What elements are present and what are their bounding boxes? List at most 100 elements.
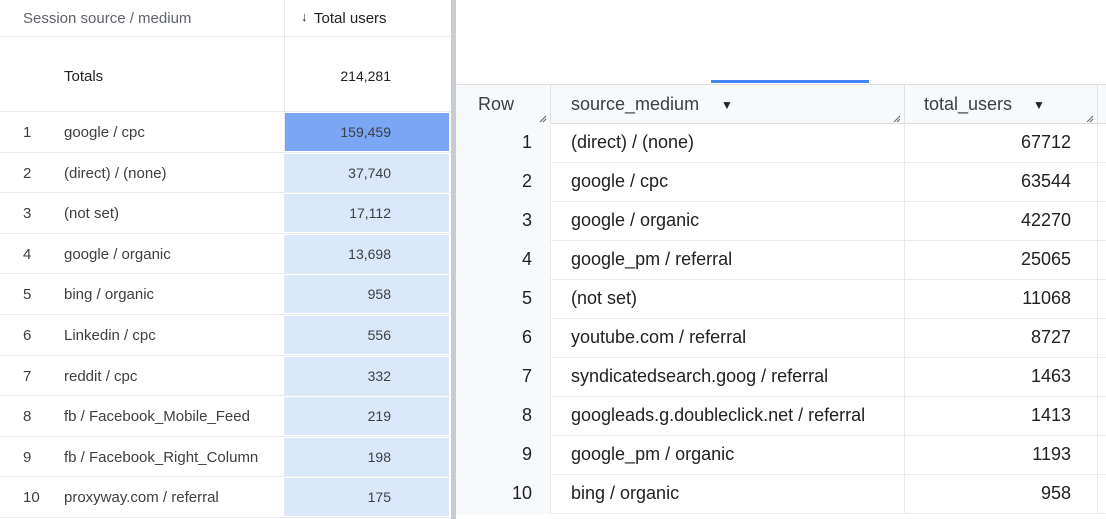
source-medium-cell[interactable]: fb / Facebook_Mobile_Feed: [64, 408, 250, 425]
row-number: 5: [521, 288, 532, 308]
table-row[interactable]: 9 fb / Facebook_Right_Column 198: [0, 437, 451, 478]
row-header-label: Row: [478, 94, 515, 114]
table-row[interactable]: 9 google_pm / organic 1193: [456, 436, 1106, 475]
source-medium-cell[interactable]: google / organic: [64, 246, 171, 263]
source-medium-cell[interactable]: proxyway.com / referral: [64, 489, 219, 506]
row-index: 8: [23, 408, 32, 426]
source-medium-column-cell: [551, 319, 905, 358]
total-users-column-header[interactable]: total_users ▼: [905, 85, 1098, 125]
total-users-value: 63544: [1020, 171, 1071, 191]
table-row[interactable]: 10 proxyway.com / referral 175: [0, 477, 451, 518]
column-resize-icon[interactable]: [539, 115, 547, 123]
table-row[interactable]: 1 (direct) / (none) 67712: [456, 124, 1106, 163]
row-number-cell: 9: [456, 436, 551, 475]
total-users-value: 332: [367, 367, 391, 384]
source-medium-cell[interactable]: bing / organic: [64, 286, 154, 303]
table-row[interactable]: 7 reddit / cpc 332: [0, 356, 451, 397]
table-row[interactable]: 2 google / cpc 63544: [456, 163, 1106, 202]
table-row[interactable]: 1 google / cpc 159,459: [0, 112, 451, 153]
source-medium-column-cell: [551, 163, 905, 202]
bq-rows: 1 (direct) / (none) 67712 2 google / cpc 6354…: [456, 124, 1106, 514]
table-row[interactable]: 5 bing / organic 958: [0, 274, 451, 315]
totals-label: Totals: [64, 68, 104, 85]
row-number-cell: 7: [456, 358, 551, 397]
row-number: 3: [521, 210, 532, 230]
table-row[interactable]: 10 bing / organic 958: [456, 475, 1106, 514]
total-users-value: 42270: [1020, 210, 1071, 230]
total-users-cell[interactable]: 958: [905, 475, 1098, 514]
table-row[interactable]: 8 fb / Facebook_Mobile_Feed 219: [0, 396, 451, 437]
total-users-cell[interactable]: 1463: [905, 358, 1098, 397]
total-users-cell: 332: [284, 356, 449, 395]
total-users-header-label: total_users: [924, 94, 1013, 114]
bigquery-results-panel: Row source_medium ▼ total_users ▼ 1 (dire…: [456, 0, 1106, 519]
total-users-column-header[interactable]: ↓ Total users: [284, 0, 449, 37]
table-row[interactable]: 2 (direct) / (none) 37,740: [0, 153, 451, 194]
source-medium-cell[interactable]: (direct) / (none): [64, 165, 167, 182]
sort-caret-icon[interactable]: ▼: [721, 98, 733, 112]
total-users-value: 1193: [1032, 444, 1071, 464]
source-medium-column-header[interactable]: source_medium ▼: [551, 85, 905, 125]
total-users-cell[interactable]: 8727: [905, 319, 1098, 358]
row-index: 3: [23, 205, 32, 223]
bigquery-results-table: Row source_medium ▼ total_users ▼ 1 (dire…: [456, 84, 1106, 514]
row-index: 10: [23, 489, 40, 507]
total-users-cell[interactable]: 42270: [905, 202, 1098, 241]
total-users-cell: 556: [284, 315, 449, 354]
table-row[interactable]: 8 googleads.g.doubleclick.net / referral 1…: [456, 397, 1106, 436]
source-medium-cell[interactable]: reddit / cpc: [64, 368, 137, 385]
table-row[interactable]: 3 (not set) 17,112: [0, 193, 451, 234]
total-users-cell[interactable]: 1193: [905, 436, 1098, 475]
total-users-header-label: Total users: [314, 10, 387, 27]
totals-metric-cell: 214,281: [284, 37, 449, 112]
total-users-value: 1463: [1030, 366, 1071, 386]
table-row[interactable]: 5 (not set) 11068: [456, 280, 1106, 319]
row-column-header[interactable]: Row: [456, 85, 551, 125]
column-resize-icon[interactable]: [1086, 115, 1094, 123]
total-users-cell[interactable]: 67712: [905, 124, 1098, 163]
source-medium-cell[interactable]: Linkedin / cpc: [64, 327, 156, 344]
row-number-cell: 3: [456, 202, 551, 241]
total-users-value: 1413: [1030, 405, 1071, 425]
totals-row: Totals 214,281: [0, 37, 451, 112]
row-number-cell: 4: [456, 241, 551, 280]
row-index: 7: [23, 367, 32, 385]
table-row[interactable]: 7 syndicatedsearch.goog / referral 1463: [456, 358, 1106, 397]
totals-value: 214,281: [340, 68, 391, 84]
total-users-cell: 198: [284, 437, 449, 476]
table-row[interactable]: 4 google_pm / referral 25065: [456, 241, 1106, 280]
total-users-value: 11068: [1022, 288, 1071, 308]
table-row[interactable]: 3 google / organic 42270: [456, 202, 1106, 241]
total-users-value: 17,112: [349, 205, 391, 222]
column-resize-icon[interactable]: [893, 115, 901, 123]
total-users-value: 219: [367, 408, 391, 425]
table-row[interactable]: 4 google / organic 13,698: [0, 234, 451, 275]
row-index: 6: [23, 326, 32, 344]
total-users-cell[interactable]: 11068: [905, 280, 1098, 319]
source-medium-column-cell: [551, 202, 905, 241]
dimension-column-header[interactable]: Session source / medium: [23, 10, 191, 27]
total-users-value: 8727: [1030, 327, 1071, 347]
source-medium-cell[interactable]: fb / Facebook_Right_Column: [64, 449, 258, 466]
source-medium-header-label: source_medium: [571, 94, 700, 114]
source-medium-column-cell: [551, 280, 905, 319]
total-users-cell: 175: [284, 478, 449, 517]
sort-caret-icon[interactable]: ▼: [1033, 98, 1045, 112]
source-medium-cell[interactable]: google / cpc: [64, 124, 145, 141]
total-users-cell[interactable]: 1413: [905, 397, 1098, 436]
ga-report-table: Session source / medium ↓ Total users To…: [0, 0, 451, 519]
table-row[interactable]: 6 youtube.com / referral 8727: [456, 319, 1106, 358]
source-medium-column-cell: [551, 124, 905, 163]
total-users-cell[interactable]: 63544: [905, 163, 1098, 202]
ga-table-header: Session source / medium ↓ Total users: [0, 0, 451, 37]
row-index: 5: [23, 286, 32, 304]
source-medium-cell[interactable]: (not set): [64, 205, 119, 222]
source-medium-column-cell: [551, 436, 905, 475]
total-users-cell[interactable]: 25065: [905, 241, 1098, 280]
total-users-cell: 37,740: [284, 153, 449, 192]
table-row[interactable]: 6 Linkedin / cpc 556: [0, 315, 451, 356]
total-users-cell: 13,698: [284, 234, 449, 273]
ga-rows: 1 google / cpc 159,459 2 (direct) / (none) 37…: [0, 112, 451, 518]
source-medium-column-cell: [551, 397, 905, 436]
row-index: 9: [23, 448, 32, 466]
